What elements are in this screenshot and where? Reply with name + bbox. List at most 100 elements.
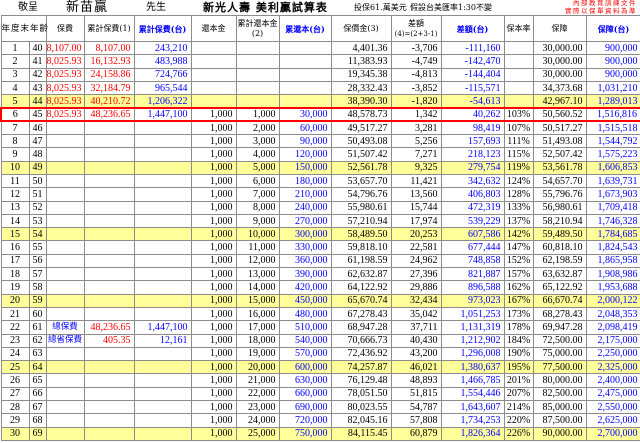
cell-cum-premium-twd xyxy=(133,227,192,242)
cell-cash-value: 70,666.73 xyxy=(330,333,392,348)
cell-difference-twd: 98,419 xyxy=(440,120,505,136)
table-row: 17 56 1,000 12,000 360,000 61,198.59 24,962 748… xyxy=(0,253,640,269)
cell-year: 13 xyxy=(0,200,30,215)
cell-year: 6 xyxy=(0,106,30,123)
table-row: 25 64 1,000 20,000 600,000 74,257.87 46,021 1,3… xyxy=(0,360,640,375)
cell-cum-refund-twd: 210,000 xyxy=(278,187,332,202)
cell-cum-refund: 20,000 xyxy=(235,360,280,375)
cell-cum-premium-twd xyxy=(133,426,192,441)
cell-cash-value: 61,198.59 xyxy=(330,253,392,269)
cell-coverage-twd: 1,515,518 xyxy=(585,120,640,136)
cell-year: 30 xyxy=(0,426,30,441)
cell-cum-refund xyxy=(235,54,280,69)
cell-cum-premium xyxy=(83,227,135,242)
cell-breakeven-ratio: 147% xyxy=(503,240,534,255)
cell-cum-refund: 9,000 xyxy=(235,213,280,229)
cell-difference-twd: -54,613 xyxy=(440,94,505,109)
table-row: 28 67 1,000 23,000 690,000 80,023.55 54,787 1,6… xyxy=(0,400,640,415)
cell-coverage-twd: 900,000 xyxy=(585,54,640,69)
cell-refund: 1,000 xyxy=(190,160,237,175)
cell-premium xyxy=(45,147,85,162)
cell-refund: 1,000 xyxy=(190,173,237,189)
cell-cum-refund xyxy=(235,67,280,82)
cell-year: 16 xyxy=(0,240,30,255)
cell-refund: 1,000 xyxy=(190,320,237,335)
cell-refund: 1,000 xyxy=(190,253,237,269)
cell-cum-refund-twd: 450,000 xyxy=(278,293,332,308)
cell-cum-refund: 23,000 xyxy=(235,400,280,415)
cell-year: 21 xyxy=(0,306,30,322)
cell-year: 15 xyxy=(0,227,30,242)
cell-cum-refund: 11,000 xyxy=(235,240,280,255)
table-row: 20 59 1,000 15,000 450,000 65,670.74 32,434 973… xyxy=(0,293,640,308)
cell-refund: 1,000 xyxy=(190,187,237,202)
cell-coverage: 52,507.42 xyxy=(532,147,587,162)
table-body: 1 40 8,107.00 8,107.00 243,210 4,401.36 -3,706… xyxy=(0,40,640,441)
table-row: 8 47 1,000 3,000 90,000 50,493.08 5,256 157,693… xyxy=(0,134,640,149)
cell-coverage-twd: 2,550,000 xyxy=(585,400,640,415)
cell-breakeven-ratio: 107% xyxy=(503,120,534,136)
cell-coverage: 63,632.87 xyxy=(532,267,587,282)
cell-difference-twd: 748,858 xyxy=(440,253,505,269)
cell-cum-refund: 19,000 xyxy=(235,346,280,362)
cell-coverage-twd: 1,709,418 xyxy=(585,200,640,215)
cell-refund xyxy=(190,54,237,69)
table-row: 19 58 1,000 14,000 420,000 64,122.92 29,886 896… xyxy=(0,280,640,295)
cell-cum-refund-twd: 540,000 xyxy=(278,333,332,348)
cell-cum-premium-twd xyxy=(133,134,192,149)
cell-cum-refund-twd: 720,000 xyxy=(278,413,332,428)
cell-cum-premium xyxy=(83,346,135,362)
cell-refund: 1,000 xyxy=(190,267,237,282)
cell-coverage: 62,198.59 xyxy=(532,253,587,269)
cell-premium xyxy=(45,400,85,415)
cell-year: 9 xyxy=(0,147,30,162)
cell-coverage: 56,980.61 xyxy=(532,200,587,215)
cell-age: 46 xyxy=(28,120,47,136)
cell-cum-premium-twd: 1,447,100 xyxy=(133,320,192,335)
cell-cum-refund-twd: 750,000 xyxy=(278,426,332,441)
cell-coverage-twd: 1,953,688 xyxy=(585,280,640,295)
cell-coverage-twd: 2,098,419 xyxy=(585,320,640,335)
col-header-cash-value: 保價金(3) xyxy=(330,15,392,42)
cell-age: 51 xyxy=(28,187,47,202)
cell-cum-refund: 12,000 xyxy=(235,253,280,269)
cell-cum-premium-twd xyxy=(133,413,192,428)
cell-cum-premium: 405.35 xyxy=(83,333,135,348)
cell-cum-premium: 8,107.00 xyxy=(83,40,135,56)
cell-difference-twd: 1,051,253 xyxy=(440,306,505,322)
cell-difference-twd: 218,123 xyxy=(440,147,505,162)
cell-cum-refund: 8,000 xyxy=(235,200,280,215)
cell-cum-refund: 14,000 xyxy=(235,280,280,295)
cell-cash-value: 80,023.55 xyxy=(330,400,392,415)
cell-cash-value: 67,278.43 xyxy=(330,306,392,322)
cell-difference: 27,396 xyxy=(390,267,442,282)
cell-cum-premium xyxy=(83,187,135,202)
cell-refund: 1,000 xyxy=(190,306,237,322)
cell-cum-refund: 18,000 xyxy=(235,333,280,348)
cell-cum-refund-twd: 420,000 xyxy=(278,280,332,295)
table-row: 4 43 8,025.93 32,184.79 965,544 28,332.43 -3,8… xyxy=(0,80,640,96)
cell-cum-premium xyxy=(83,400,135,415)
cell-coverage: 54,657.70 xyxy=(532,173,587,189)
cell-refund: 1,000 xyxy=(190,280,237,295)
cell-coverage-twd: 2,700,000 xyxy=(585,426,640,441)
cell-difference-twd: -142,470 xyxy=(440,54,505,69)
cell-cash-value: 50,493.08 xyxy=(330,134,392,149)
cell-difference-twd: 1,466,785 xyxy=(440,373,505,388)
cell-breakeven-ratio: 124% xyxy=(503,173,534,189)
cell-age: 56 xyxy=(28,253,47,269)
cell-premium xyxy=(45,426,85,441)
cell-cum-premium-twd: 243,210 xyxy=(133,40,192,56)
cell-cash-value: 84,115.45 xyxy=(330,426,392,441)
cell-year: 27 xyxy=(0,386,30,402)
cell-cash-value: 51,507.42 xyxy=(330,147,392,162)
cell-coverage-twd: 900,000 xyxy=(585,40,640,56)
cell-difference: 7,271 xyxy=(390,147,442,162)
table-row: 30 69 1,000 25,000 750,000 84,115.45 60,879 1,8… xyxy=(0,426,640,441)
exchange-rate-note: 假設台美匯率1:30不變 xyxy=(410,3,492,12)
cell-refund: 1,000 xyxy=(190,240,237,255)
cell-coverage: 82,500.00 xyxy=(532,386,587,402)
table-row: 9 48 1,000 4,000 120,000 51,507.42 7,271 218,12… xyxy=(0,147,640,162)
cell-cum-premium-twd: 724,766 xyxy=(133,67,192,82)
cell-coverage-twd: 1,746,328 xyxy=(585,213,640,229)
